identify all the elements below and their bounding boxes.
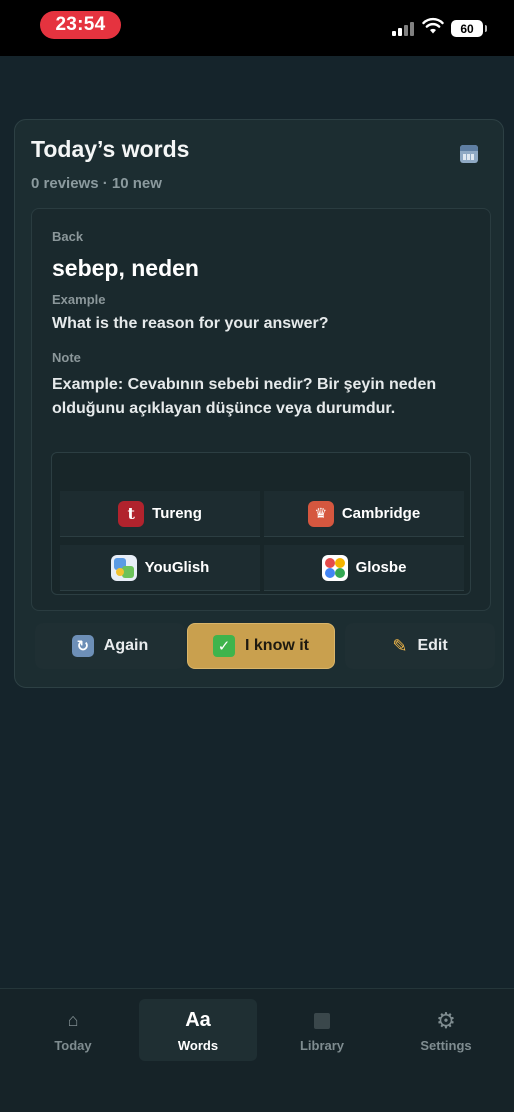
back-label: Back [52,229,84,244]
tab-words[interactable]: Aa Words [139,999,257,1061]
again-button[interactable]: ↻ Again [35,623,185,669]
tab-library[interactable]: Library [263,999,381,1061]
i-know-it-label: I know it [245,637,309,654]
tureng-link[interactable]: t Tureng [60,491,260,537]
flashcard-back: Back sebep, neden Example What is the re… [31,208,491,611]
bottom-navigation: ⌂ Today Aa Words Library ⚙ Settings [0,988,514,1112]
glosbe-icon [321,554,348,581]
youglish-label: YouGlish [144,559,210,576]
tab-settings-label: Settings [420,1037,472,1053]
tab-library-label: Library [299,1037,345,1053]
cellular-signal-icon [392,22,414,36]
again-label: Again [103,637,149,654]
tab-words-label: Words [177,1037,219,1053]
edit-label: Edit [417,637,448,654]
wifi-icon [422,17,444,34]
text-aa-icon: Aa [185,1009,211,1031]
cambridge-label: Cambridge [341,505,421,522]
tab-settings[interactable]: ⚙ Settings [387,999,505,1061]
word-translation: sebep, neden [52,255,199,281]
gear-icon: ⚙ [436,1007,456,1033]
glosbe-link[interactable]: Glosbe [264,545,464,591]
note-text: Example: Cevabının sebebi nedir? Bir şey… [52,376,437,417]
status-bar: 23:54 60 [0,0,514,56]
glosbe-label: Glosbe [355,559,407,576]
repeat-icon: ↻ [71,635,94,657]
tureng-icon: t [118,500,145,527]
card-subtitle: 0 reviews · 10 new [31,175,162,192]
time-pill[interactable]: 23:54 [40,11,121,39]
tab-today[interactable]: ⌂ Today [14,999,132,1061]
example-label: Example [52,292,106,307]
library-icon [314,1008,330,1034]
calendar-icon[interactable] [460,145,478,163]
review-actions: ↻ Again ✓ I know it ✎ Edit [15,616,503,676]
checkmark-icon: ✓ [213,635,235,657]
todays-words-card: Today’s words 0 reviews · 10 new Back se… [14,119,504,688]
cambridge-link[interactable]: ♛ Cambridge [264,491,464,537]
home-icon: ⌂ [67,1010,79,1030]
card-title: Today’s words [31,136,190,162]
dictionary-links: t Tureng ♛ Cambridge YouGlish Glosbe [51,452,471,595]
pencil-icon: ✎ [392,635,408,656]
tab-today-label: Today [54,1037,92,1053]
edit-button[interactable]: ✎ Edit [345,623,495,669]
cambridge-icon: ♛ [307,500,334,527]
i-know-it-button[interactable]: ✓ I know it [187,623,335,669]
note-label: Note [52,350,81,365]
youglish-link[interactable]: YouGlish [60,545,260,591]
example-text: What is the reason for your answer? [52,315,329,332]
tureng-label: Tureng [152,505,202,522]
battery-indicator: 60 [451,20,487,37]
youglish-icon [110,554,137,581]
